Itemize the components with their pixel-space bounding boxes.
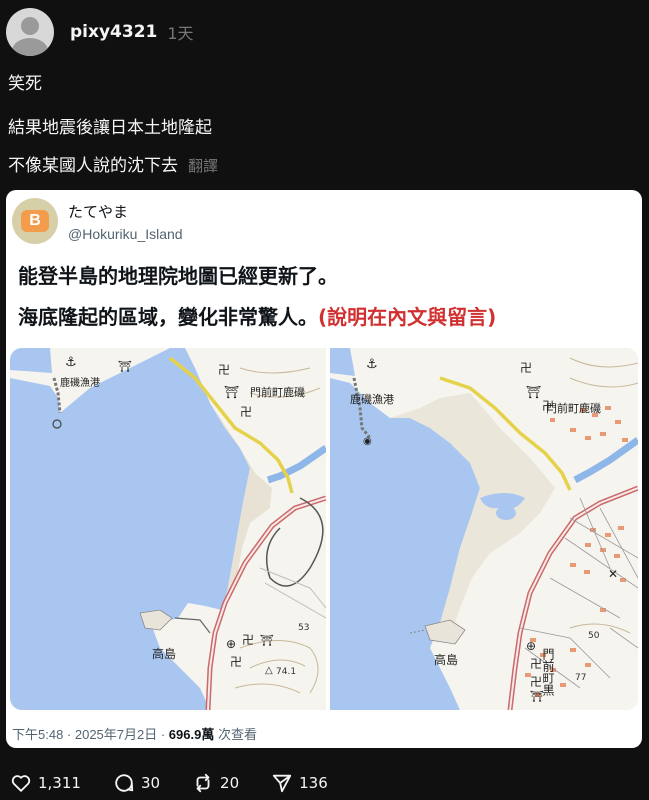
svg-text:⊕: ⊕ (226, 637, 236, 651)
comment-button[interactable]: 30 (113, 772, 160, 794)
embed-text: 能登半島的地理院地圖已經更新了。 海底隆起的區域，變化非常驚人。(說明在內文與留… (18, 260, 496, 330)
svg-text:⛩: ⛩ (118, 360, 132, 373)
translate-link[interactable]: 翻譯 (188, 157, 218, 175)
comment-icon (115, 774, 134, 792)
embed-avatar-logo: B (21, 210, 49, 232)
like-count: 1,311 (38, 774, 81, 792)
avatar[interactable] (6, 8, 54, 56)
svg-text:◉: ◉ (363, 436, 372, 447)
svg-text:卍: 卍 (218, 363, 230, 377)
comment-count: 30 (140, 774, 161, 792)
map-left-label-53: 53 (298, 623, 309, 633)
repost-count: 20 (220, 774, 240, 792)
svg-text:✕: ✕ (608, 567, 618, 581)
map-right-label-77: 77 (575, 673, 586, 683)
post-body: 笑死 結果地震後讓日本土地隆起 不像某國人說的沈下去 翻譯 (8, 74, 218, 176)
embedded-tweet-card[interactable]: B たてやま @Hokuriku_Island 能登半島的地理院地圖已經更新了。… (6, 190, 642, 748)
share-button[interactable]: 136 (271, 772, 328, 794)
map-left-label-741: 74.1 (276, 667, 296, 677)
embed-text-line-2-note: (說明在內文與留言) (318, 305, 497, 329)
send-icon (272, 774, 292, 793)
svg-text:⊕: ⊕ (526, 639, 536, 653)
post-line-3: 不像某國人說的沈下去 翻譯 (8, 156, 218, 176)
embed-text-line-2-main: 海底隆起的區域，變化非常驚人。 (18, 305, 318, 329)
share-count: 136 (299, 774, 328, 792)
avatar-head-shape (21, 17, 39, 35)
svg-text:⛩: ⛩ (526, 385, 541, 399)
svg-text:△: △ (265, 665, 273, 676)
embed-views-suffix: 次查看 (214, 727, 257, 742)
embed-timestamp[interactable]: 下午5:48 · 2025年7月2日 · (12, 727, 169, 742)
embed-display-name[interactable]: たてやま (68, 201, 183, 222)
map-right: ⚓ ◉ 卍 ⛩ 卍 ✕ ⊕ 卍 卍 ⛩ 鹿磯漁港 門前町鹿磯 高島 50 77 … (330, 348, 638, 710)
svg-text:卍: 卍 (520, 361, 532, 375)
like-button[interactable]: 1,311 (10, 772, 81, 794)
map-comparison-image[interactable]: ⚓ ⛩ 卍 ⛩ 卍 ⊕ 卍 ⛩ 卍 △ 鹿磯漁港 門前町鹿磯 高島 53 74.… (10, 348, 638, 710)
post-header: pixy4321 1天 (6, 6, 194, 58)
action-bar: 1,311 30 20 136 (10, 772, 360, 794)
svg-text:⛩: ⛩ (224, 385, 239, 399)
map-right-label-town: 門前町鹿磯 (546, 401, 601, 415)
map-left-label-town: 門前町鹿磯 (250, 385, 305, 399)
post-line-1: 笑死 (8, 74, 42, 94)
svg-text:⚓: ⚓ (65, 355, 77, 370)
map-right-label-50: 50 (588, 631, 600, 641)
map-left-label-island: 高島 (152, 646, 176, 661)
svg-text:卍: 卍 (240, 405, 252, 419)
map-right-label-port: 鹿磯漁港 (350, 392, 394, 406)
avatar-shoulders-shape (12, 38, 48, 56)
post-line-2: 結果地震後讓日本土地隆起 (8, 118, 212, 138)
map-left-label-port: 鹿磯漁港 (60, 376, 100, 389)
sea-area-top (10, 348, 52, 373)
post-line-3-text: 不像某國人說的沈下去 (8, 156, 178, 176)
repost-icon (196, 773, 210, 793)
map-left: ⚓ ⛩ 卍 ⛩ 卍 ⊕ 卍 ⛩ 卍 △ 鹿磯漁港 門前町鹿磯 高島 53 74.… (10, 348, 328, 710)
repost-button[interactable]: 20 (192, 772, 239, 794)
svg-text:卍: 卍 (230, 655, 242, 669)
embed-meta: 下午5:48 · 2025年7月2日 · 696.9萬 次查看 (12, 724, 257, 743)
username[interactable]: pixy4321 (70, 22, 157, 42)
svg-text:卍: 卍 (242, 633, 254, 647)
heart-icon (11, 775, 31, 792)
embed-avatar[interactable]: B (12, 198, 58, 244)
post-time: 1天 (167, 24, 194, 43)
map-comparison-svg: ⚓ ⛩ 卍 ⛩ 卍 ⊕ 卍 ⛩ 卍 △ 鹿磯漁港 門前町鹿磯 高島 53 74.… (10, 348, 638, 710)
embed-header: B たてやま @Hokuriku_Island (12, 198, 183, 244)
embed-text-line-2: 海底隆起的區域，變化非常驚人。(說明在內文與留言) (18, 301, 496, 330)
map-right-label-town-vertical: 門前町黒 (541, 648, 555, 697)
svg-text:⛩: ⛩ (260, 634, 274, 647)
embed-text-line-1: 能登半島的地理院地圖已經更新了。 (18, 264, 338, 288)
embed-views-count: 696.9萬 (168, 727, 215, 742)
map-right-label-island: 高島 (434, 652, 458, 667)
embed-handle[interactable]: @Hokuriku_Island (68, 226, 183, 242)
svg-text:⚓: ⚓ (366, 357, 378, 372)
